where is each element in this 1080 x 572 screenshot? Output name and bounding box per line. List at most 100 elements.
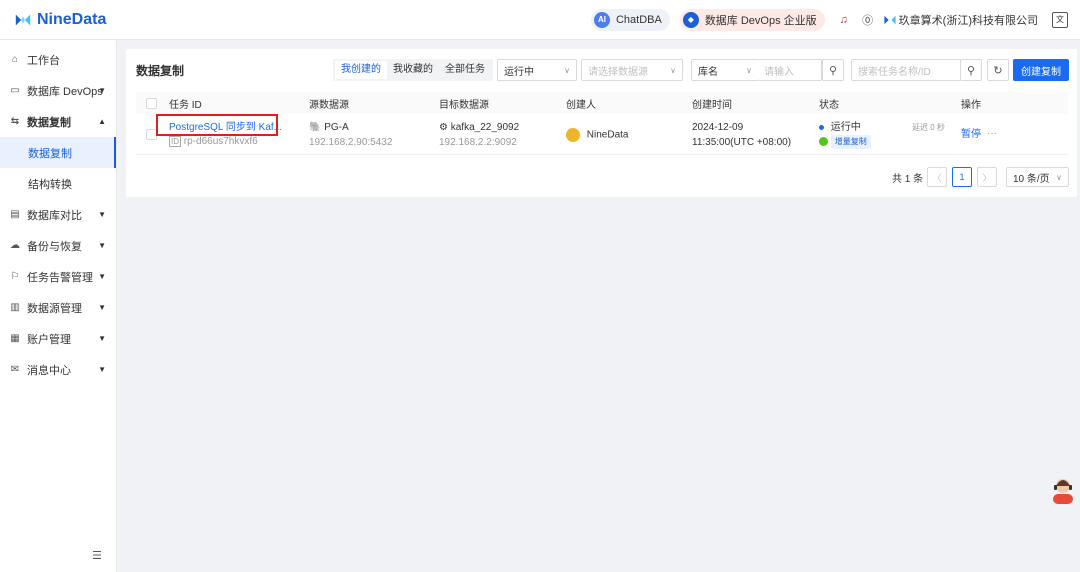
devops-edition-button[interactable]: ◆ 数据库 DevOps 企业版 <box>679 8 825 31</box>
page-number[interactable]: 1 <box>952 167 972 187</box>
search-icon: ⚲ <box>966 64 976 77</box>
select-all-checkbox[interactable] <box>146 97 157 109</box>
source-name-text: PG-A <box>324 122 349 133</box>
phase-tag: 增量复制 <box>830 135 871 149</box>
chevron-down-icon: ∨ <box>670 65 676 75</box>
sidebar-item-datasource[interactable]: ▥ 数据源管理 ▼ <box>0 292 116 323</box>
postgresql-icon: 🐘 <box>309 122 322 133</box>
sidebar-item-label: 备份与恢复 <box>27 240 82 253</box>
chevron-down-icon: ▼ <box>98 210 106 219</box>
db-search-button[interactable]: ⚲ <box>822 59 844 81</box>
sidebar-item-backup[interactable]: ☁ 备份与恢复 ▼ <box>0 230 116 261</box>
column-header: 操作 <box>961 99 981 111</box>
chatdba-icon: AI <box>593 11 610 28</box>
sidebar-item-alarm[interactable]: ⚐ 任务告警管理 ▼ <box>0 261 116 292</box>
target-name: ⚙ kafka_22_9092 <box>439 121 519 135</box>
sidebar-subitem-schema-convert[interactable]: 结构转换 <box>0 168 116 199</box>
account-icon: ▦ <box>10 333 20 344</box>
replication-icon: ⇆ <box>10 116 20 127</box>
sidebar-item-label: 任务告警管理 <box>27 271 93 284</box>
chatdba-button[interactable]: AI ChatDBA <box>590 8 670 31</box>
delay-text: 延迟 0 秒 <box>912 123 945 132</box>
phase-indicator: 增量复制 <box>819 135 871 149</box>
column-header: 创建人 <box>566 99 596 111</box>
status-text: 运行中 <box>830 122 861 133</box>
more-actions-icon[interactable]: ··· <box>987 127 997 141</box>
datasource-select[interactable]: 请选择数据源 ∨ <box>581 59 683 81</box>
create-replication-button[interactable]: 创建复制 <box>1013 59 1069 81</box>
chevron-down-icon: ∨ <box>1056 172 1062 182</box>
task-tabs: 我创建的 我收藏的 全部任务 <box>333 59 493 81</box>
chevron-down-icon: ▼ <box>98 272 106 281</box>
chatdba-label: ChatDBA <box>615 13 662 26</box>
status-filter-value: 运行中 <box>504 66 534 78</box>
home-icon: ⌂ <box>11 54 19 65</box>
kafka-icon: ⚙ <box>439 122 448 133</box>
db-filter-select[interactable]: 库名 ∨ <box>691 59 759 81</box>
support-assistant-icon[interactable] <box>1050 476 1076 506</box>
tab-created-by-me[interactable]: 我创建的 <box>335 61 387 79</box>
sidebar-item-messages[interactable]: ✉ 消息中心 ▼ <box>0 354 116 385</box>
source-name: 🐘 PG-A <box>309 121 349 135</box>
company-logo-icon <box>884 15 896 24</box>
datasource-icon: ▥ <box>10 302 20 313</box>
prev-page-icon[interactable]: 〈 <box>927 167 947 187</box>
sidebar: ⌂ 工作台 ▭ 数据库 DevOps ▼ ⇆ 数据复制 ▲ 数据复制 结构转换 … <box>0 40 117 572</box>
notification-icon[interactable]: ♫ <box>835 11 853 29</box>
sidebar-item-compare[interactable]: ▤ 数据库对比 ▼ <box>0 199 116 230</box>
collapse-sidebar-icon[interactable]: ☰ <box>92 549 102 562</box>
chevron-down-icon: ▼ <box>98 365 106 374</box>
logo[interactable]: NineData <box>14 11 106 29</box>
tab-all-tasks[interactable]: 全部任务 <box>439 61 491 79</box>
terminal-icon: ▭ <box>10 85 20 96</box>
next-page-icon[interactable]: 〉 <box>977 167 997 187</box>
created-time: 11:35:00(UTC +08:00) <box>692 137 792 148</box>
task-id: ID rp-d66us7hkvxf6 <box>169 135 258 149</box>
sidebar-item-label: 账户管理 <box>27 333 71 346</box>
devops-label: 数据库 DevOps 企业版 <box>704 14 817 27</box>
top-bar: NineData AI ChatDBA ◆ 数据库 DevOps 企业版 ♫ ⓪… <box>0 0 1080 40</box>
page-size-select[interactable]: 10 条/页 ∨ <box>1006 167 1069 187</box>
search-icon: ⚲ <box>828 64 838 77</box>
chevron-up-icon: ▲ <box>98 117 106 126</box>
sidebar-item-label: 数据库对比 <box>27 209 82 222</box>
chevron-down-icon: ▼ <box>98 303 106 312</box>
sidebar-subitem-replication[interactable]: 数据复制 <box>0 137 116 168</box>
chevron-down-icon: ∨ <box>746 65 752 75</box>
column-header: 状态 <box>819 99 839 111</box>
sidebar-item-account[interactable]: ▦ 账户管理 ▼ <box>0 323 116 354</box>
sidebar-item-workbench[interactable]: ⌂ 工作台 <box>0 44 116 75</box>
refresh-button[interactable]: ↻ <box>987 59 1009 81</box>
task-search-button[interactable]: ⚲ <box>960 59 982 81</box>
sidebar-item-devops[interactable]: ▭ 数据库 DevOps ▼ <box>0 75 116 106</box>
sidebar-item-label: 数据复制 <box>27 116 71 129</box>
source-address: 192.168.2.90:5432 <box>309 137 393 148</box>
status-dot-icon <box>819 124 824 130</box>
help-icon[interactable]: ⓪ <box>859 11 877 29</box>
target-address: 192.168.2.2:9092 <box>439 137 517 148</box>
company-name[interactable]: 玖章算术(浙江)科技有限公司 <box>899 12 1038 28</box>
status-filter-select[interactable]: 运行中 ∨ <box>497 59 577 81</box>
sidebar-item-label: 数据库 DevOps <box>27 85 103 98</box>
id-icon: ID <box>169 136 181 147</box>
column-header: 目标数据源 <box>439 99 489 111</box>
pause-button[interactable]: 暂停 <box>961 128 981 142</box>
sidebar-item-label: 工作台 <box>27 54 60 67</box>
sidebar-item-replication[interactable]: ⇆ 数据复制 ▲ <box>0 106 116 137</box>
chevron-down-icon: ▼ <box>98 241 106 250</box>
target-name-text: kafka_22_9092 <box>450 122 520 133</box>
datasource-placeholder: 请选择数据源 <box>588 66 648 78</box>
column-header: 任务 ID <box>169 99 202 111</box>
created-date: 2024-12-09 <box>692 122 744 133</box>
language-switch-icon[interactable]: 文 <box>1052 11 1068 28</box>
table-header: 任务 ID 源数据源 目标数据源 创建人 创建时间 状态 操作 <box>136 92 1068 114</box>
db-name-input[interactable]: 请输入 <box>758 59 822 81</box>
creator: NineData <box>566 128 628 143</box>
logo-text: NineData <box>37 10 107 28</box>
devops-logo-icon: ◆ <box>682 11 699 28</box>
creator-name: NineData <box>586 129 629 141</box>
sidebar-item-label: 消息中心 <box>27 364 71 377</box>
tab-favorites[interactable]: 我收藏的 <box>387 61 439 79</box>
task-search-input[interactable]: 搜索任务名称/ID <box>851 59 961 81</box>
page-title: 数据复制 <box>136 63 185 78</box>
